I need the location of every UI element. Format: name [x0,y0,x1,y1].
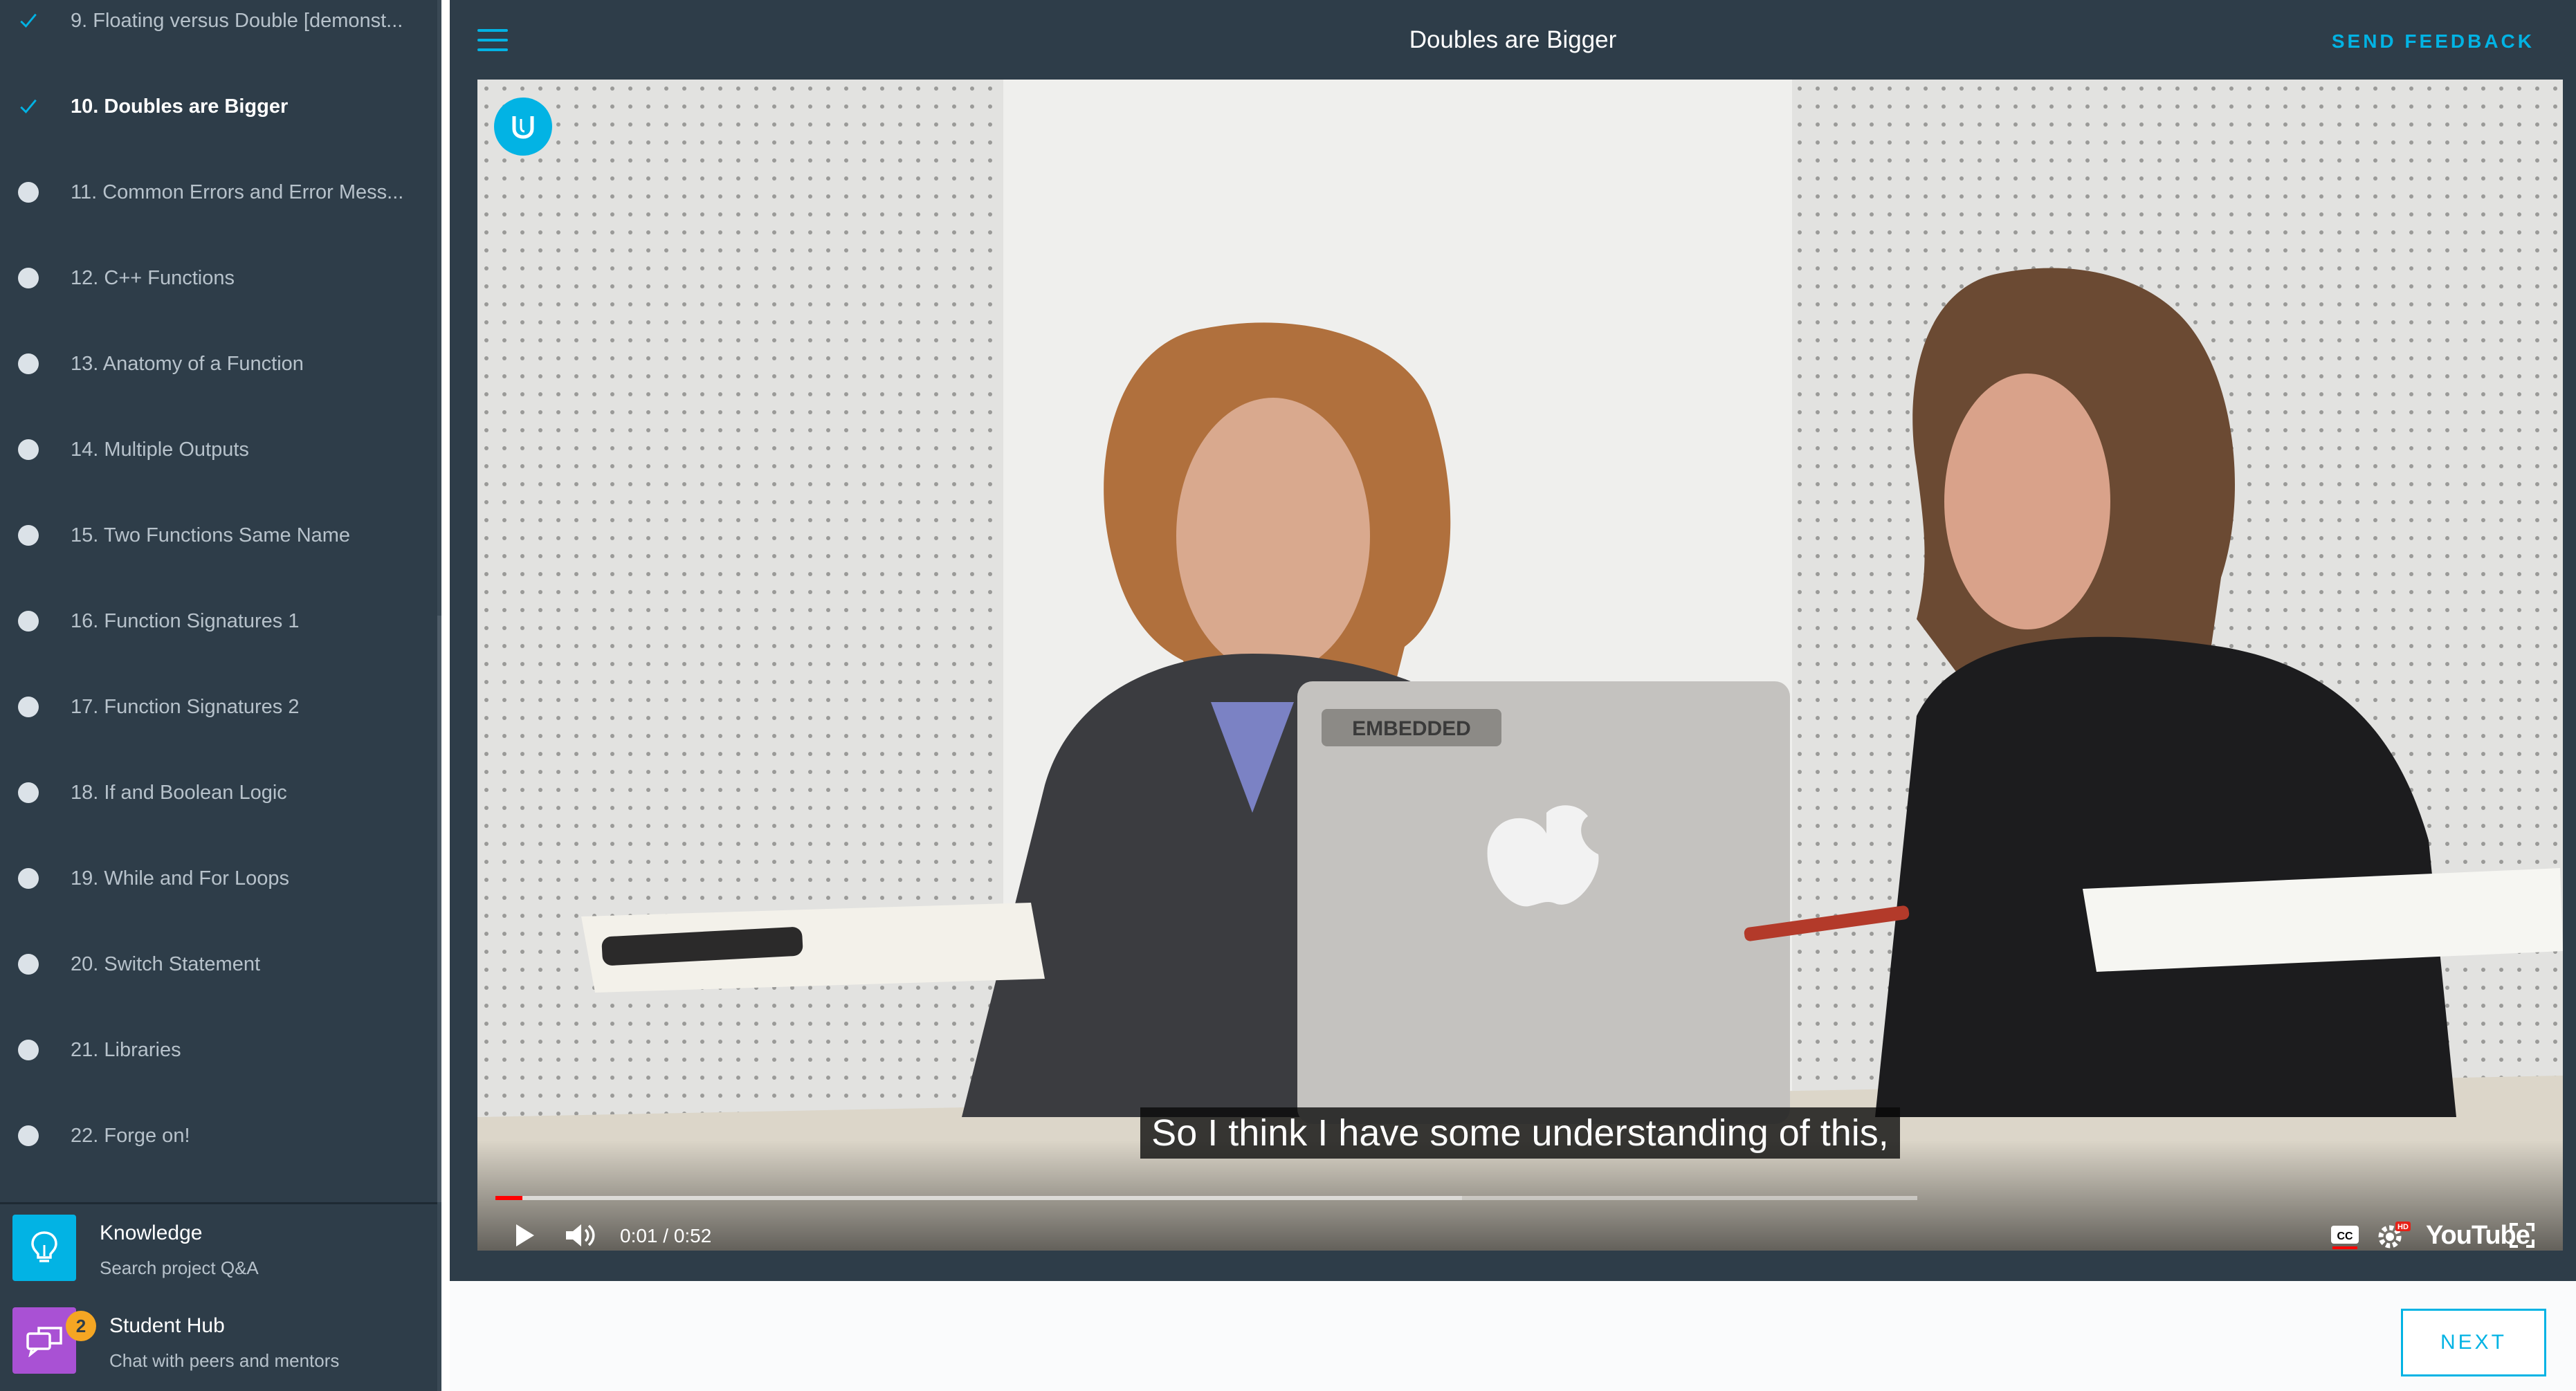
volume-button[interactable] [563,1211,596,1251]
student-hub-link[interactable]: Student Hub Chat with peers and mentors [0,1299,437,1382]
send-feedback-link[interactable]: SEND FEEDBACK [2332,30,2534,53]
lesson-item[interactable]: 12. C++ Functions [0,235,441,321]
lesson-item[interactable]: 20. Switch Statement [0,921,441,1007]
checkmark-icon [18,96,39,117]
fullscreen-icon [2510,1223,2534,1248]
settings-button[interactable]: HD [2376,1211,2411,1251]
incomplete-dot-icon [18,697,39,717]
knowledge-title: Knowledge [100,1222,203,1244]
incomplete-dot-icon [18,439,39,460]
lesson-sidebar: 9. Floating versus Double [demonst... 10.… [0,0,441,1391]
lesson-item[interactable]: 19. While and For Loops [0,836,441,921]
lesson-item[interactable]: 16. Function Signatures 1 [0,578,441,664]
lesson-item[interactable]: 10. Doubles are Bigger [0,64,441,149]
fullscreen-button[interactable] [2508,1211,2536,1251]
lesson-item[interactable]: 17. Function Signatures 2 [0,664,441,750]
knowledge-link[interactable]: Knowledge Search project Q&A [0,1206,437,1289]
lesson-footer: NEXT [450,1281,2576,1391]
video-time: 0:01 / 0:52 [620,1225,712,1246]
incomplete-dot-icon [18,782,39,803]
page-title: Doubles are Bigger [1409,26,1617,53]
lesson-label: 16. Function Signatures 1 [71,609,300,632]
lesson-label: 17. Function Signatures 2 [71,695,300,718]
lesson-label: 15. Two Functions Same Name [71,524,351,546]
incomplete-dot-icon [18,954,39,975]
laptop-sticker: EMBEDDED [1352,717,1471,740]
play-icon [516,1224,534,1246]
lesson-item[interactable]: 18. If and Boolean Logic [0,750,441,836]
controls-gradient [477,1140,2563,1251]
lightbulb-icon [31,1231,57,1262]
video-player[interactable]: EMBEDDED So I think I have some understa… [477,80,2563,1251]
play-button[interactable] [512,1211,537,1251]
lesson-label: 13. Anatomy of a Function [71,352,304,375]
incomplete-dot-icon [18,268,39,288]
sidebar-scroll-thumb[interactable] [437,616,441,1202]
lesson-label: 18. If and Boolean Logic [71,781,287,804]
student-hub-tile [12,1307,76,1374]
captions-button[interactable]: CC [2330,1211,2360,1251]
top-header: Doubles are Bigger SEND FEEDBACK [450,0,2576,80]
incomplete-dot-icon [18,182,39,203]
student-hub-subtitle: Chat with peers and mentors [109,1350,340,1371]
lesson-label: 10. Doubles are Bigger [71,95,289,118]
lesson-label: 9. Floating versus Double [demonst... [71,9,403,32]
svg-text:CC: CC [2337,1231,2353,1242]
incomplete-dot-icon [18,525,39,546]
lesson-item[interactable]: 15. Two Functions Same Name [0,492,441,578]
notification-badge: 2 [66,1311,96,1341]
captions-icon: CC [2331,1226,2359,1249]
video-frame-image: EMBEDDED [477,80,2563,1251]
incomplete-dot-icon [18,353,39,374]
knowledge-tile [12,1215,76,1281]
lesson-label: 19. While and For Loops [71,867,289,890]
lesson-label: 21. Libraries [71,1038,181,1061]
incomplete-dot-icon [18,1125,39,1146]
video-buffered [495,1196,1463,1200]
lesson-label: 20. Switch Statement [71,952,261,975]
svg-text:HD: HD [2397,1223,2409,1231]
checkmark-icon [18,10,39,31]
lesson-label: 14. Multiple Outputs [71,438,249,461]
lesson-item[interactable]: 13. Anatomy of a Function [0,321,441,407]
gear-icon: HD [2378,1222,2411,1249]
incomplete-dot-icon [18,611,39,632]
next-button[interactable]: NEXT [2401,1309,2546,1376]
lesson-label: 11. Common Errors and Error Mess... [71,181,404,203]
student-hub-title: Student Hub [109,1314,225,1337]
incomplete-dot-icon [18,1040,39,1060]
lesson-item[interactable]: 11. Common Errors and Error Mess... [0,149,441,235]
udacity-logo-icon [512,116,534,139]
lesson-item[interactable]: 21. Libraries [0,1007,441,1093]
lesson-item[interactable]: 9. Floating versus Double [demonst... [0,0,441,64]
chat-bubbles-icon [26,1327,62,1357]
volume-icon [566,1224,595,1246]
udacity-logo[interactable] [494,98,552,156]
lesson-label: 22. Forge on! [71,1124,190,1147]
knowledge-subtitle: Search project Q&A [100,1258,259,1278]
sidebar-divider [0,1202,437,1204]
incomplete-dot-icon [18,868,39,889]
lesson-item[interactable]: 22. Forge on! [0,1093,441,1179]
lesson-label: 12. C++ Functions [71,266,235,289]
video-played [495,1196,523,1200]
lesson-item[interactable]: 14. Multiple Outputs [0,407,441,492]
video-progress-bar[interactable] [495,1196,1917,1200]
